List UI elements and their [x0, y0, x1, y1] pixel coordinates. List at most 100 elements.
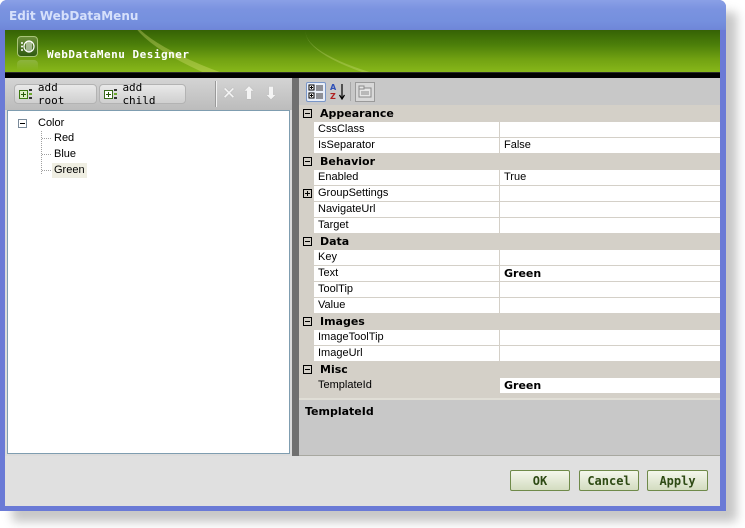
collapse-icon[interactable]: [303, 109, 312, 118]
property-name[interactable]: IsSeparator: [314, 138, 500, 154]
property-value-input[interactable]: [500, 122, 720, 138]
svg-text:Z: Z: [330, 92, 336, 101]
collapse-icon[interactable]: [303, 365, 312, 374]
property-description: TemplateId: [299, 398, 720, 456]
add-child-label: add child: [122, 81, 156, 107]
property-name[interactable]: Value: [314, 298, 500, 314]
tree-node-root[interactable]: Color: [18, 116, 66, 131]
category-row-behavior[interactable]: Behavior: [299, 154, 720, 170]
category-label: Misc: [320, 363, 348, 376]
category-row-appearance[interactable]: Appearance: [299, 106, 720, 122]
property-row-navigateurl[interactable]: NavigateUrl: [299, 202, 720, 218]
property-value-input[interactable]: [500, 202, 720, 218]
tree-node-label[interactable]: Blue: [52, 147, 78, 162]
property-gutter: [299, 282, 314, 298]
property-value-input[interactable]: [500, 186, 720, 202]
property-name[interactable]: Text: [314, 266, 500, 282]
categorized-icon[interactable]: [306, 82, 326, 102]
property-value-input[interactable]: [500, 250, 720, 266]
description-title: TemplateId: [305, 405, 374, 418]
property-value-input[interactable]: False: [500, 138, 720, 154]
property-row-groupsettings[interactable]: GroupSettings: [299, 186, 720, 202]
property-name[interactable]: Key: [314, 250, 500, 266]
dialog-window: Edit WebDataMenu WebDataMenu Designer ad…: [0, 0, 726, 511]
move-down-icon[interactable]: ⬇: [263, 85, 279, 103]
collapse-icon[interactable]: [303, 237, 312, 246]
property-row-enabled[interactable]: Enabled True: [299, 170, 720, 186]
tree-connector: [42, 137, 51, 140]
tree-node-label[interactable]: Green: [52, 163, 87, 178]
collapse-icon[interactable]: [303, 157, 312, 166]
property-row-templateid[interactable]: TemplateId Green: [299, 378, 720, 394]
tree-nodes-icon: [113, 89, 118, 99]
tree-node-label[interactable]: Red: [52, 131, 76, 146]
property-panel: A Z Appearance CssClass IsSeparator False Be: [299, 78, 720, 456]
logo-reflection: [17, 60, 38, 70]
tree-toolbar: add root add child ✕ ⬆ ⬇: [5, 78, 292, 110]
property-row-tooltip[interactable]: ToolTip: [299, 282, 720, 298]
alphabetical-sort-icon[interactable]: A Z: [329, 82, 349, 102]
property-row-cssclass[interactable]: CssClass: [299, 122, 720, 138]
property-name[interactable]: Enabled: [314, 170, 500, 186]
property-row-isseparator[interactable]: IsSeparator False: [299, 138, 720, 154]
ok-button[interactable]: OK: [510, 470, 570, 491]
property-gutter: [299, 266, 314, 282]
tree-node-red[interactable]: Red: [42, 131, 76, 146]
category-row-misc[interactable]: Misc: [299, 362, 720, 378]
property-name[interactable]: TemplateId: [314, 378, 500, 394]
property-gutter: [299, 170, 314, 186]
property-name[interactable]: CssClass: [314, 122, 500, 138]
property-value-input[interactable]: [500, 346, 720, 362]
property-name[interactable]: ToolTip: [314, 282, 500, 298]
category-label: Images: [320, 315, 365, 328]
move-up-icon[interactable]: ⬆: [241, 85, 257, 103]
tree-nodes-icon: [28, 89, 33, 99]
tree-connector: [42, 169, 51, 172]
tree-node-blue[interactable]: Blue: [42, 147, 78, 162]
tree-node-green[interactable]: Green: [42, 163, 87, 178]
property-value-input[interactable]: [500, 330, 720, 346]
property-row-key[interactable]: Key: [299, 250, 720, 266]
property-name[interactable]: Target: [314, 218, 500, 234]
category-row-images[interactable]: Images: [299, 314, 720, 330]
property-value-input[interactable]: Green: [500, 378, 720, 394]
property-pages-icon[interactable]: [355, 82, 375, 102]
collapse-icon[interactable]: [18, 119, 27, 128]
category-label: Data: [320, 235, 350, 248]
collapse-icon[interactable]: [303, 317, 312, 326]
svg-text:A: A: [330, 83, 337, 92]
property-row-imageurl[interactable]: ImageUrl: [299, 346, 720, 362]
delete-icon[interactable]: ✕: [221, 85, 237, 103]
property-name[interactable]: ImageToolTip: [314, 330, 500, 346]
add-child-icon: [104, 89, 113, 99]
property-gutter: [299, 202, 314, 218]
property-name[interactable]: ImageUrl: [314, 346, 500, 362]
property-name[interactable]: GroupSettings: [314, 186, 500, 202]
tree-panel: add root add child ✕ ⬆ ⬇ Color Red Blue …: [5, 78, 292, 456]
property-row-value[interactable]: Value: [299, 298, 720, 314]
add-root-button[interactable]: add root: [14, 81, 97, 107]
property-row-text[interactable]: Text Green: [299, 266, 720, 282]
property-value-input[interactable]: True: [500, 170, 720, 186]
property-gutter: [299, 378, 314, 394]
property-value-input[interactable]: [500, 282, 720, 298]
add-child-button[interactable]: add child: [99, 81, 186, 107]
panel-splitter[interactable]: [292, 78, 299, 456]
property-value-input[interactable]: [500, 298, 720, 314]
property-gutter: [299, 218, 314, 234]
property-gutter: [299, 250, 314, 266]
tree-node-label[interactable]: Color: [36, 116, 66, 131]
cancel-button[interactable]: Cancel: [579, 470, 639, 491]
apply-button[interactable]: Apply: [647, 470, 708, 491]
property-value-input[interactable]: [500, 218, 720, 234]
property-toolbar: A Z: [299, 78, 720, 105]
property-row-target[interactable]: Target: [299, 218, 720, 234]
property-gutter: [299, 298, 314, 314]
category-row-data[interactable]: Data: [299, 234, 720, 250]
property-gutter: [299, 122, 314, 138]
property-value-input[interactable]: Green: [500, 266, 720, 282]
title-bar[interactable]: Edit WebDataMenu: [0, 0, 726, 30]
property-row-imagetooltip[interactable]: ImageToolTip: [299, 330, 720, 346]
expand-icon[interactable]: [303, 189, 312, 198]
property-name[interactable]: NavigateUrl: [314, 202, 500, 218]
